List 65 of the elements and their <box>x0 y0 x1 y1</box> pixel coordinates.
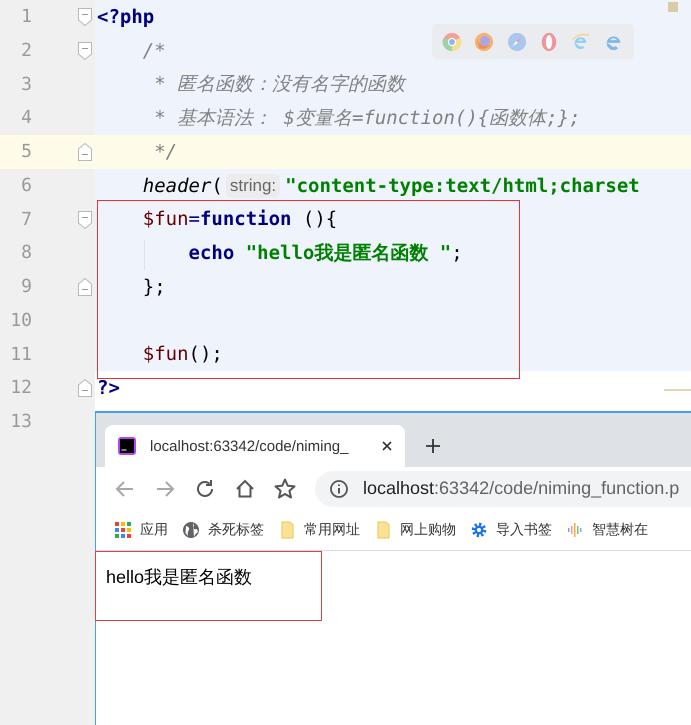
line-number: 7 <box>21 208 32 230</box>
ring-icon[interactable] <box>442 32 462 52</box>
code-token: ( <box>211 174 223 197</box>
line-number: 11 <box>10 344 32 364</box>
line-number: 3 <box>21 74 32 94</box>
code-token: function <box>200 208 292 230</box>
code-token: ; <box>451 242 463 264</box>
swoosh-e-icon[interactable] <box>571 32 592 52</box>
sound-bars-icon <box>568 523 582 537</box>
line-number: 1 <box>21 6 32 27</box>
page-text: hello我是匿名函数 <box>106 567 252 587</box>
line-number: 2 <box>21 40 32 61</box>
bookmark-item[interactable]: 常用网址 <box>278 521 360 539</box>
bookmark-item[interactable]: 导入书签 <box>470 521 552 539</box>
error-stripe-mark <box>664 389 691 391</box>
folder-icon <box>378 522 390 538</box>
line-number: 12 <box>10 377 32 398</box>
code-token: * 基本语法： $变量名=function(){函数体;}; <box>153 106 581 132</box>
address-bar[interactable]: localhost:63342/code/niming_function.p <box>315 470 691 506</box>
fold-marker-icon[interactable] <box>78 8 92 26</box>
line-number: 13 <box>10 411 32 432</box>
globe-icon <box>183 522 199 538</box>
apps-grid-icon <box>115 522 131 538</box>
fold-marker-icon[interactable] <box>78 143 92 161</box>
fold-marker-icon[interactable] <box>78 42 92 60</box>
bookmark-item[interactable]: 网上购物 <box>374 521 456 539</box>
code-token: <?php <box>97 6 154 28</box>
code-token: */ <box>153 140 178 163</box>
code-token: "hello我是匿名函数 " <box>244 241 452 266</box>
star-icon[interactable] <box>273 476 297 500</box>
code-token: (){ <box>302 208 338 230</box>
line-number: 8 <box>21 242 32 264</box>
fold-marker-icon[interactable] <box>78 210 92 228</box>
code-token: ?> <box>97 377 120 400</box>
fold-marker-icon[interactable] <box>78 379 92 398</box>
line-number: 9 <box>21 276 32 297</box>
ps-logo-icon <box>117 436 137 456</box>
browser-tab[interactable]: localhost:63342/code/niming_ <box>105 425 405 467</box>
fox-ball-icon[interactable] <box>474 32 494 52</box>
folder-icon <box>282 522 294 538</box>
code-token: "content-type:text/html;charset <box>285 174 640 197</box>
code-token: $fun <box>142 208 189 230</box>
fold-marker-icon[interactable] <box>78 278 92 296</box>
parameter-hint: string: <box>226 174 280 198</box>
error-stripe-mark <box>668 2 678 12</box>
line-number: 4 <box>21 107 32 128</box>
code-token: }; <box>142 276 166 298</box>
bookmark-item[interactable]: 智慧树在 <box>566 521 648 539</box>
line-number: 5 <box>21 141 32 162</box>
close-icon[interactable] <box>381 440 393 452</box>
line-number: 10 <box>10 310 32 331</box>
code-token: = <box>188 208 200 230</box>
code-token: $fun <box>142 343 189 366</box>
code-token: * 匿名函数：没有名字的函数 <box>153 72 406 98</box>
code-token: header <box>142 174 212 197</box>
bookmark-item[interactable]: 杀死标签 <box>182 521 264 539</box>
code-token: echo <box>188 242 234 264</box>
code-token: /* <box>142 40 166 62</box>
gear-icon <box>472 522 486 538</box>
compass-icon[interactable] <box>506 32 527 52</box>
code-token: (); <box>188 343 223 366</box>
bookmark-item[interactable]: 应用 <box>114 521 168 539</box>
line-number: 6 <box>21 174 32 196</box>
info-icon[interactable] <box>329 478 349 498</box>
new-tab-icon[interactable] <box>425 438 441 454</box>
